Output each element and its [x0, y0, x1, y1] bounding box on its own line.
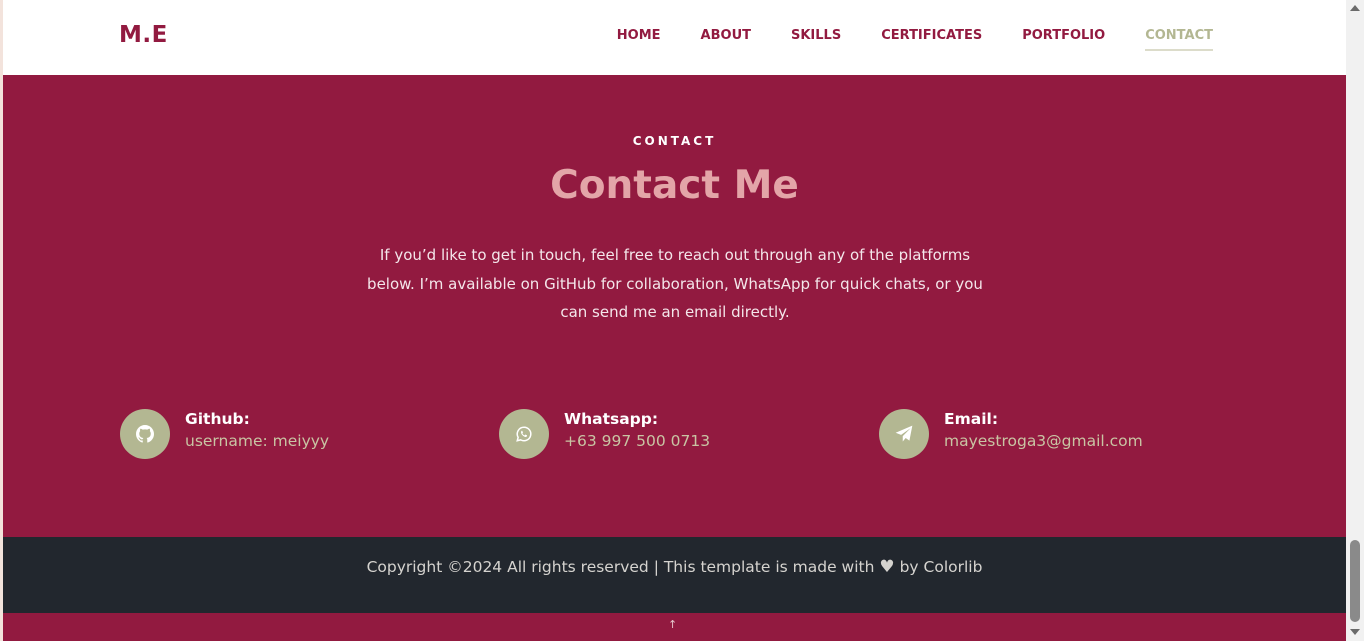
back-to-top-arrow-icon[interactable]: ↑ — [668, 618, 677, 631]
email-label: Email: — [944, 410, 999, 428]
nav-contact[interactable]: CONTACT — [1145, 28, 1213, 51]
nav-certificates[interactable]: CERTIFICATES — [881, 28, 982, 51]
bottom-strip: ↑ — [3, 613, 1346, 641]
page: M.E HOME ABOUT SKILLS CERTIFICATES PORTF… — [3, 0, 1346, 641]
whatsapp-label: Whatsapp: — [564, 410, 659, 428]
github-icon — [136, 425, 154, 443]
email-value[interactable]: mayestroga3@gmail.com — [944, 429, 1143, 453]
heart-icon: ♥ — [879, 557, 895, 577]
github-label: Github: — [185, 410, 250, 428]
section-title: Contact Me — [550, 163, 799, 208]
colorlib-link[interactable]: Colorlib — [924, 558, 983, 576]
nav-portfolio[interactable]: PORTFOLIO — [1022, 28, 1105, 51]
site-footer: Copyright ©2024 All rights reserved | Th… — [3, 537, 1346, 613]
section-eyebrow: CONTACT — [632, 134, 717, 148]
contact-section: CONTACT Contact Me If you’d like to get … — [3, 75, 1346, 537]
main-nav: HOME ABOUT SKILLS CERTIFICATES PORTFOLIO… — [617, 28, 1213, 51]
nav-skills[interactable]: SKILLS — [791, 28, 841, 51]
github-value[interactable]: username: meiyyy — [185, 429, 329, 453]
scroll-down-arrow-icon[interactable] — [1350, 629, 1360, 635]
whatsapp-text: Whatsapp: +63 997 500 0713 — [564, 409, 710, 453]
whatsapp-icon — [516, 426, 532, 442]
section-description: If you’d like to get in touch, feel free… — [367, 246, 983, 321]
whatsapp-icon-circle[interactable] — [499, 409, 549, 459]
site-logo[interactable]: M.E — [119, 22, 168, 48]
copyright-by: by — [899, 558, 919, 576]
copyright-prefix: Copyright ©2024 All rights reserved | Th… — [366, 558, 875, 576]
scroll-up-arrow-icon[interactable] — [1350, 5, 1360, 11]
contact-card-email: Email: mayestroga3@gmail.com — [879, 409, 1143, 459]
contact-card-github: Github: username: meiyyy — [120, 409, 329, 459]
github-icon-circle[interactable] — [120, 409, 170, 459]
site-header: M.E HOME ABOUT SKILLS CERTIFICATES PORTF… — [3, 0, 1346, 75]
nav-home[interactable]: HOME — [617, 28, 661, 51]
scrollbar-thumb[interactable] — [1350, 540, 1360, 622]
email-text: Email: mayestroga3@gmail.com — [944, 409, 1143, 453]
copyright-text: Copyright ©2024 All rights reserved | Th… — [3, 557, 1346, 577]
nav-about[interactable]: ABOUT — [701, 28, 751, 51]
send-icon — [895, 425, 913, 442]
contact-card-whatsapp: Whatsapp: +63 997 500 0713 — [499, 409, 710, 459]
whatsapp-value[interactable]: +63 997 500 0713 — [564, 429, 710, 453]
scrollbar[interactable] — [1346, 0, 1364, 641]
github-text: Github: username: meiyyy — [185, 409, 329, 453]
send-icon-circle[interactable] — [879, 409, 929, 459]
